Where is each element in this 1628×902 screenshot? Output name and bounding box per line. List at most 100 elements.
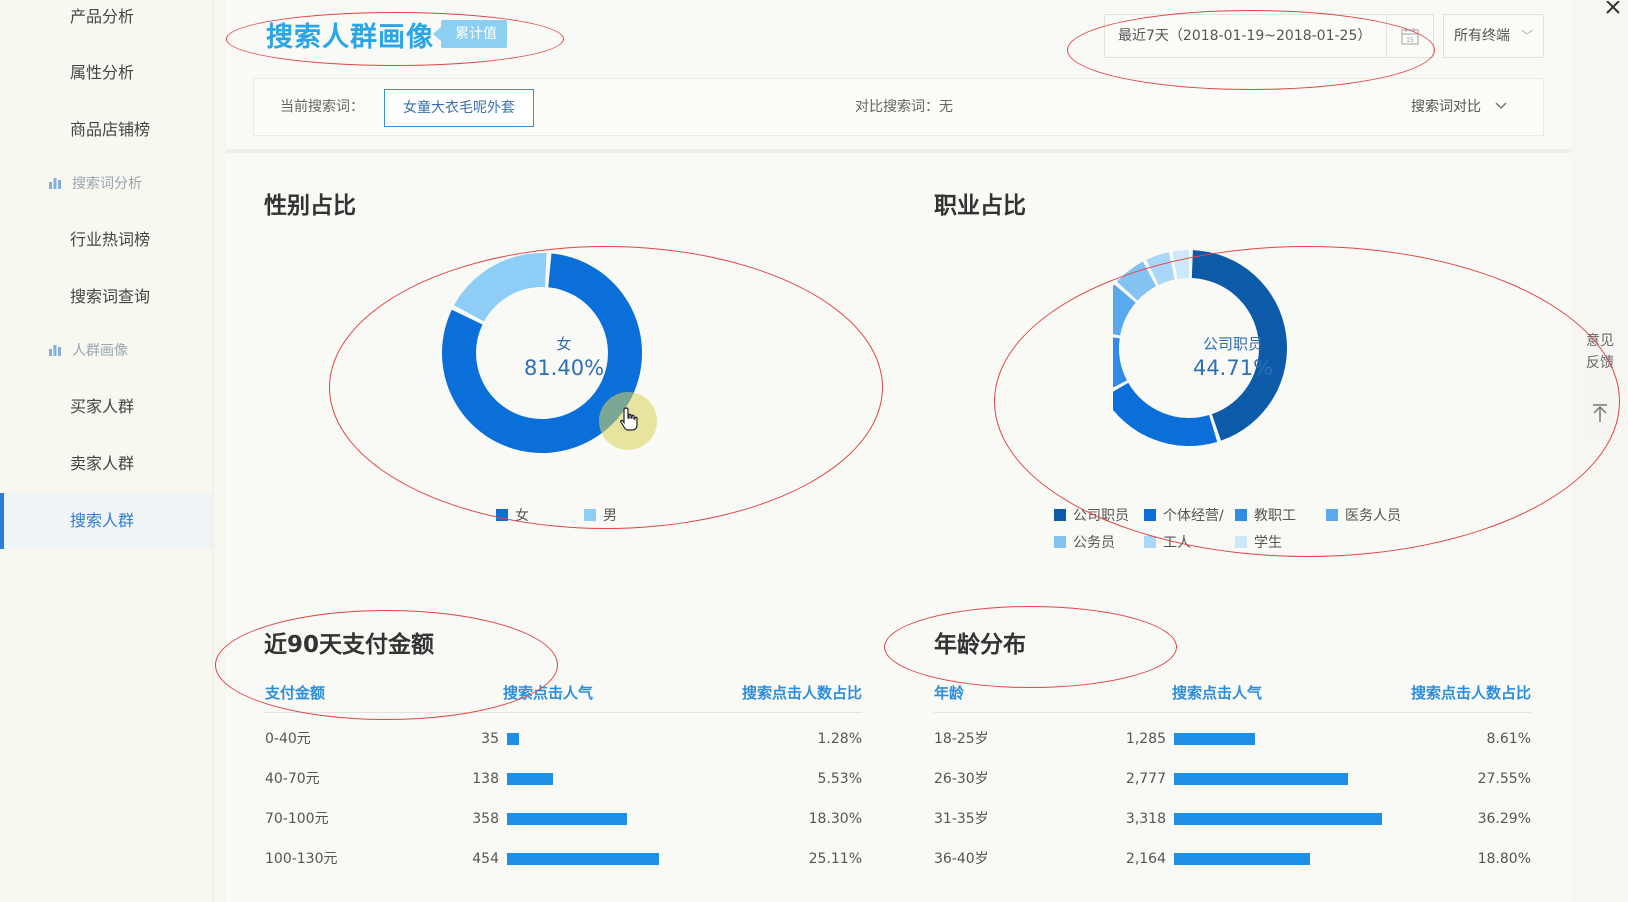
- share-cell: 27.55%: [1477, 771, 1531, 787]
- sidebar-item-sellers[interactable]: 卖家人群: [0, 436, 212, 492]
- sidebar-item-attribute-analysis[interactable]: 属性分析: [0, 45, 212, 101]
- terminal-select[interactable]: 所有终端 ﹀: [1443, 14, 1544, 58]
- sidebar-item-shop-ranking[interactable]: 商品店铺榜: [0, 102, 212, 158]
- popularity-cell: 358: [472, 811, 499, 827]
- table-header-popularity[interactable]: 搜索点击人气: [503, 682, 593, 703]
- gender-legend: 女 男: [496, 505, 696, 525]
- popularity-cell: 138: [472, 771, 499, 787]
- share-cell: 8.61%: [1486, 731, 1531, 747]
- age-distribution-table: 年龄 搜索点击人气 搜索点击人数占比 18-25岁 1,285 8.61% 26-30…: [934, 682, 1531, 902]
- sidebar-item-label: 产品分析: [70, 7, 135, 26]
- donut-slice-male[interactable]: [454, 253, 547, 322]
- legend-label: 女: [515, 508, 529, 524]
- range-cell: 18-25岁: [934, 731, 989, 747]
- share-cell: 18.80%: [1477, 851, 1531, 867]
- legend-item-male: 男: [584, 505, 617, 525]
- chevron-down-icon: ﹀: [1520, 29, 1533, 43]
- sidebar-item-search-crowd[interactable]: 搜索人群: [0, 493, 212, 549]
- donut-slice-teacher[interactable]: [1113, 334, 1127, 393]
- donut-slice-self-employed[interactable]: [1113, 382, 1218, 446]
- legend-label: 公务员: [1073, 535, 1115, 551]
- calendar-icon[interactable]: 15: [1386, 15, 1433, 57]
- share-cell: 5.53%: [817, 771, 862, 787]
- sidebar-item-label: 搜索人群: [70, 511, 135, 530]
- legend-item-worker: 工人: [1144, 532, 1191, 552]
- sidebar-item-label: 买家人群: [70, 397, 135, 416]
- current-keyword-input[interactable]: 女童大衣毛呢外套: [384, 89, 534, 127]
- legend-item-medical: 医务人员: [1326, 505, 1401, 525]
- compare-toggle-button[interactable]: 搜索词对比: [1411, 79, 1507, 135]
- occupation-section-title: 职业占比: [934, 193, 1026, 219]
- sidebar-item-word-query[interactable]: 搜索词查询: [0, 269, 212, 325]
- range-cell: 26-30岁: [934, 771, 989, 787]
- header-divider: [934, 712, 1531, 713]
- table-header-share[interactable]: 搜索点击人数占比: [1411, 682, 1531, 703]
- legend-item-student: 学生: [1235, 532, 1282, 552]
- legend-label: 男: [603, 508, 617, 524]
- current-keyword-label: 当前搜索词：: [280, 99, 364, 115]
- table-header-age[interactable]: 年龄: [934, 682, 964, 703]
- range-cell: 36-40岁: [934, 851, 989, 867]
- pay-amount-section-title: 近90天支付金额: [264, 632, 435, 658]
- legend-item-teacher: 教职工: [1235, 505, 1296, 525]
- gender-donut-chart: 女 81.40%: [442, 253, 657, 453]
- popularity-bar: [1174, 813, 1382, 825]
- range-cell: 31-35岁: [934, 811, 989, 827]
- legend-swatch: [1054, 536, 1066, 548]
- table-header-popularity[interactable]: 搜索点击人气: [1172, 682, 1262, 703]
- sidebar-item-product-analysis[interactable]: 产品分析: [0, 0, 212, 45]
- compare-toggle-label: 搜索词对比: [1411, 99, 1481, 115]
- compare-keyword-text: 对比搜索词：无: [855, 99, 953, 115]
- table-row: 40-70元 138 5.53%: [265, 759, 862, 799]
- gender-center-value: 81.40%: [524, 356, 604, 380]
- section-label: 人群画像: [72, 343, 128, 359]
- share-cell: 18.30%: [808, 811, 862, 827]
- close-icon[interactable]: [1605, 0, 1621, 19]
- gender-center-label: 女: [556, 335, 571, 353]
- bar-chart-icon: [48, 176, 62, 190]
- sidebar-section-search-analysis: 搜索词分析: [0, 166, 212, 202]
- legend-swatch: [1144, 509, 1156, 521]
- sidebar-item-buyers[interactable]: 买家人群: [0, 379, 212, 435]
- legend-label: 个体经营/: [1163, 508, 1224, 524]
- legend-item-company-staff: 公司职员: [1054, 505, 1129, 525]
- table-header-share[interactable]: 搜索点击人数占比: [742, 682, 862, 703]
- popularity-bar: [507, 733, 519, 745]
- table-row: 18-25岁 1,285 8.61%: [934, 719, 1531, 759]
- table-header-amount[interactable]: 支付金额: [265, 682, 325, 703]
- share-cell: 25.11%: [808, 851, 862, 867]
- popularity-cell: 454: [472, 851, 499, 867]
- occupation-donut-chart: 公司职员 44.71%: [1113, 250, 1287, 446]
- popularity-bar: [1174, 853, 1310, 865]
- range-cell: 70-100元: [265, 811, 329, 827]
- popularity-cell: 1,285: [1125, 731, 1166, 747]
- legend-label: 学生: [1254, 535, 1282, 551]
- legend-swatch: [1235, 536, 1247, 548]
- table-row: 100-130元 454 25.11%: [265, 839, 862, 879]
- table-row: 0-40元 35 1.28%: [265, 719, 862, 759]
- legend-item-civil-servant: 公务员: [1054, 532, 1115, 552]
- arrow-up-icon[interactable]: [1585, 392, 1615, 434]
- legend-swatch: [496, 509, 508, 521]
- popularity-cell: 35: [481, 731, 499, 747]
- feedback-button[interactable]: 意见反馈: [1585, 330, 1615, 390]
- donut-slice-student[interactable]: [1172, 250, 1189, 279]
- occupation-center-label: 公司职员: [1203, 335, 1263, 353]
- sidebar: 产品分析 属性分析 商品店铺榜 搜索词分析 行业热词榜 搜索词查询 人群画像 买…: [0, 0, 213, 902]
- legend-item-self-employed: 个体经营/: [1144, 505, 1224, 525]
- sidebar-item-hot-words[interactable]: 行业热词榜: [0, 212, 212, 268]
- range-cell: 0-40元: [265, 731, 311, 747]
- date-range-picker[interactable]: 最近7天（2018-01-19~2018-01-25） 15: [1104, 14, 1434, 58]
- sidebar-item-label: 卖家人群: [70, 454, 135, 473]
- popularity-bar: [507, 813, 627, 825]
- legend-label: 教职工: [1254, 508, 1296, 524]
- header-divider: [265, 712, 862, 713]
- legend-swatch: [1144, 536, 1156, 548]
- date-range-text: 最近7天（2018-01-19~2018-01-25）: [1118, 28, 1372, 44]
- page-title: 搜索人群画像: [266, 22, 434, 53]
- legend-swatch: [1235, 509, 1247, 521]
- sidebar-item-label: 行业热词榜: [70, 230, 151, 249]
- bar-chart-icon: [48, 343, 62, 357]
- sidebar-item-label: 搜索词查询: [70, 287, 151, 306]
- range-cell: 100-130元: [265, 851, 338, 867]
